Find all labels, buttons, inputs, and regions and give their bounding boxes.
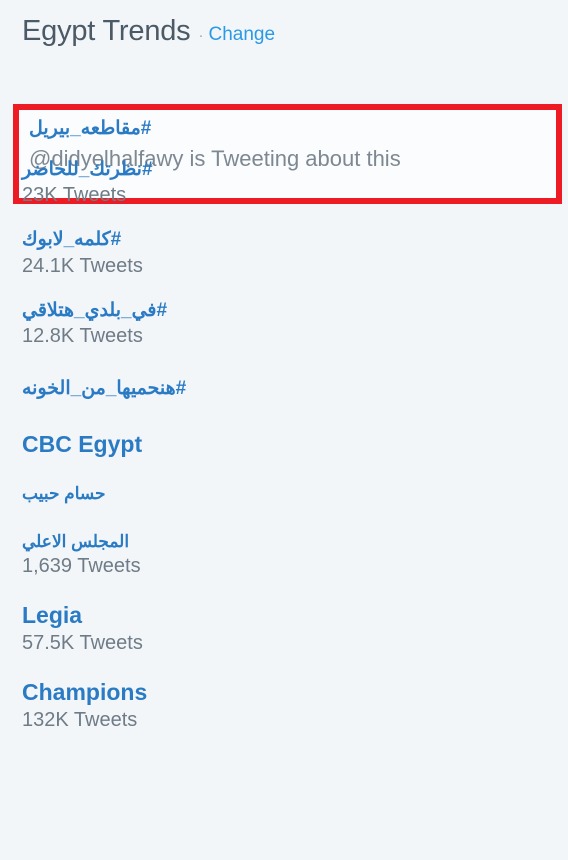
trend-name[interactable]: المجلس الاعلي — [22, 532, 546, 552]
list-gap — [0, 209, 568, 229]
trend-name[interactable]: Champions — [22, 679, 546, 706]
trend-tweet-count: 12.8K Tweets — [22, 325, 143, 348]
trends-module: Egypt Trends · Change #مقاطعه_بيريل @did… — [0, 0, 568, 860]
highlighted-trend-name[interactable]: #مقاطعه_بيريل — [29, 118, 556, 141]
list-gap — [0, 458, 568, 484]
list-gap — [0, 280, 568, 300]
trend-item[interactable]: #في_بلدي_هتلاقي 12.8K Tweets — [0, 300, 568, 350]
header-separator: · — [198, 27, 204, 44]
trend-name[interactable]: #كلمه_لابوك — [22, 229, 546, 251]
list-gap — [0, 657, 568, 679]
trend-list: #مقاطعه_بيريل @didyelhalfawy is Tweeting… — [0, 48, 568, 734]
list-gap — [0, 504, 568, 532]
trend-item[interactable]: #هنحميها_من_الخونه — [0, 378, 568, 400]
trend-item[interactable]: #نظرتك_للحاضر 23K Tweets — [0, 159, 568, 209]
trend-item[interactable]: Legia 57.5K Tweets — [0, 602, 568, 657]
trend-name[interactable]: CBC Egypt — [22, 431, 546, 458]
trend-name[interactable]: حسام حبيب — [22, 484, 546, 504]
trend-tweet-count: 1,639 Tweets — [22, 554, 141, 577]
trend-name[interactable]: #نظرتك_للحاضر — [22, 159, 546, 181]
trend-tweet-count: 132K Tweets — [22, 709, 138, 732]
trend-item[interactable]: حسام حبيب — [0, 484, 568, 504]
trends-header: Egypt Trends · Change — [0, 0, 568, 48]
trend-tweet-count: 23K Tweets — [22, 184, 127, 207]
list-gap — [0, 580, 568, 602]
page-title: Egypt Trends — [22, 15, 191, 47]
trend-item[interactable]: Champions 132K Tweets — [0, 679, 568, 734]
trend-item[interactable]: المجلس الاعلي 1,639 Tweets — [0, 532, 568, 580]
trend-name[interactable]: Legia — [22, 602, 546, 629]
trend-name[interactable]: #هنحميها_من_الخونه — [22, 378, 546, 400]
trend-tweet-count: 57.5K Tweets — [22, 631, 143, 654]
trend-item[interactable]: CBC Egypt — [0, 431, 568, 458]
trend-name[interactable]: #في_بلدي_هتلاقي — [22, 300, 546, 322]
list-gap — [0, 350, 568, 370]
list-gap — [0, 401, 568, 431]
change-location-link[interactable]: Change — [208, 23, 275, 47]
trend-item[interactable]: #كلمه_لابوك 24.1K Tweets — [0, 229, 568, 279]
trend-tweet-count: 24.1K Tweets — [22, 254, 143, 277]
